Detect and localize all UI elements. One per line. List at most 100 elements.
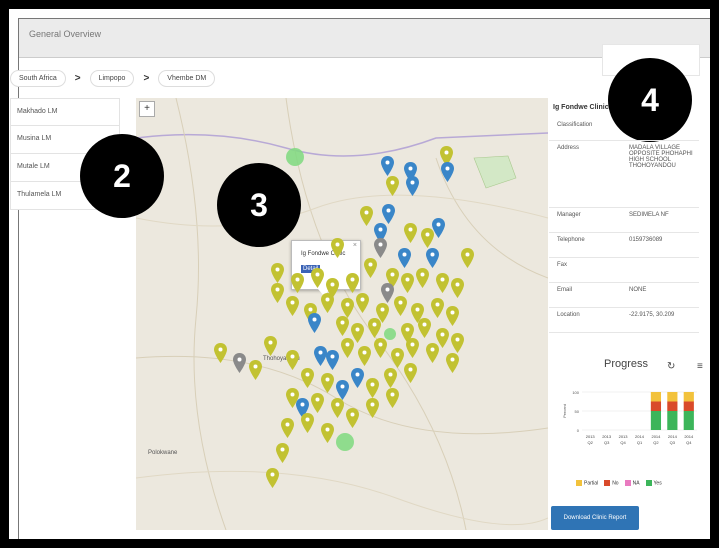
map-pin-icon[interactable]	[426, 248, 439, 268]
map-pin-icon[interactable]	[291, 273, 304, 293]
map-pin-icon[interactable]	[398, 248, 411, 268]
map-pin-icon[interactable]	[351, 368, 364, 388]
map-pin-icon[interactable]	[441, 162, 454, 182]
map-pin-icon[interactable]	[404, 363, 417, 383]
map-pin-icon[interactable]	[368, 318, 381, 338]
chart-bar-partial	[683, 392, 694, 402]
map-pin-icon[interactable]	[286, 350, 299, 370]
clinic-name: Ig Fondwe Clinic	[553, 104, 609, 111]
map-pin-icon[interactable]	[341, 298, 354, 318]
map-pin-icon[interactable]	[311, 393, 324, 413]
map-pin-icon[interactable]	[431, 298, 444, 318]
breadcrumb-country[interactable]: South Africa	[10, 70, 66, 87]
info-key: Location	[557, 312, 580, 318]
map-pin-icon[interactable]	[336, 316, 349, 336]
info-row-address: Address MADALA VILLAGE OPPOSITE PHOHAPHI…	[549, 141, 699, 208]
map-pin-icon[interactable]	[321, 293, 334, 313]
map-pin-icon[interactable]	[436, 273, 449, 293]
chart-x-tick-label-year: 2014	[684, 434, 694, 439]
popup-close-icon[interactable]: ×	[353, 242, 357, 249]
map-pin-icon[interactable]	[271, 283, 284, 303]
refresh-icon[interactable]: ↻	[667, 361, 675, 372]
map-pin-icon[interactable]	[356, 293, 369, 313]
map-pin-icon[interactable]	[416, 268, 429, 288]
map-pin-icon[interactable]	[418, 318, 431, 338]
map-pin-icon[interactable]	[404, 223, 417, 243]
chart-y-tick-label: 100	[572, 390, 579, 395]
map-pin-icon[interactable]	[421, 228, 434, 248]
map-pin-icon[interactable]	[346, 273, 359, 293]
map-pin-icon[interactable]	[336, 380, 349, 400]
map-pin-icon[interactable]	[286, 296, 299, 316]
callout-marker-3: 3	[217, 163, 301, 247]
map-pin-icon[interactable]	[321, 373, 334, 393]
map-pin-icon[interactable]	[381, 283, 394, 303]
map-pin-icon[interactable]	[331, 238, 344, 258]
breadcrumb-district[interactable]: Vhembe DM	[158, 70, 216, 87]
map-pin-icon[interactable]	[249, 360, 262, 380]
map-pin-icon[interactable]	[311, 268, 324, 288]
chart-bar-no	[667, 401, 678, 411]
breadcrumb-province[interactable]: Limpopo	[89, 70, 135, 87]
map-pin-icon[interactable]	[346, 408, 359, 428]
map-pin-icon[interactable]	[386, 388, 399, 408]
map-pin-icon[interactable]	[271, 263, 284, 283]
legend-item-partial[interactable]: Partial	[576, 480, 598, 486]
info-key: Telephone	[557, 237, 585, 243]
map-pin-icon[interactable]	[301, 413, 314, 433]
map-pin-icon[interactable]	[451, 278, 464, 298]
map-pin-icon[interactable]	[446, 353, 459, 373]
info-value: SEDIMELA NF	[629, 212, 669, 218]
map-cluster-marker[interactable]	[286, 148, 304, 166]
menu-icon[interactable]: ≡	[697, 361, 703, 372]
map-pin-icon[interactable]	[406, 176, 419, 196]
map-pin-icon[interactable]	[426, 343, 439, 363]
info-key: Fax	[557, 262, 568, 268]
legend-item-na[interactable]: NA	[624, 480, 640, 486]
map-pin-icon[interactable]	[358, 346, 371, 366]
map-pin-icon[interactable]	[364, 258, 377, 278]
info-row-fax: Fax	[549, 258, 699, 283]
map-pin-icon[interactable]	[331, 398, 344, 418]
map-pin-icon[interactable]	[391, 348, 404, 368]
map-pin-icon[interactable]	[276, 443, 289, 463]
map-pin-icon[interactable]	[406, 338, 419, 358]
progress-chart: 100500Percent2013Q22013Q32013Q42014Q1201…	[562, 390, 697, 445]
map-pin-icon[interactable]	[451, 333, 464, 353]
chart-bar-partial	[667, 392, 678, 402]
download-report-button[interactable]: Download Clinic Report	[551, 506, 639, 530]
map-pin-icon[interactable]	[366, 378, 379, 398]
map-pin-icon[interactable]	[266, 468, 279, 488]
map-pin-icon[interactable]	[374, 238, 387, 258]
map-pin-icon[interactable]	[366, 398, 379, 418]
map-pin-icon[interactable]	[308, 313, 321, 333]
map-pin-icon[interactable]	[381, 156, 394, 176]
map-pin-icon[interactable]	[326, 350, 339, 370]
map-pin-icon[interactable]	[446, 306, 459, 326]
map-pin-icon[interactable]	[401, 273, 414, 293]
map-pin-icon[interactable]	[384, 368, 397, 388]
map-pin-icon[interactable]	[394, 296, 407, 316]
zoom-in-button[interactable]: +	[139, 101, 155, 117]
map-pin-icon[interactable]	[374, 338, 387, 358]
sidebar-item-makhado[interactable]: Makhado LM	[10, 98, 120, 126]
map-pin-icon[interactable]	[341, 338, 354, 358]
map-pin-icon[interactable]	[264, 336, 277, 356]
map-pin-icon[interactable]	[281, 418, 294, 438]
legend-item-yes[interactable]: Yes	[645, 480, 662, 486]
map-pin-icon[interactable]	[382, 204, 395, 224]
map-pin-icon[interactable]	[461, 248, 474, 268]
legend-label: No	[612, 480, 619, 487]
map-pin-icon[interactable]	[321, 423, 334, 443]
info-row-classification: Classification	[549, 118, 699, 141]
map-pin-icon[interactable]	[301, 368, 314, 388]
map-cluster-marker[interactable]	[336, 433, 354, 451]
clinic-map[interactable]: + × Ig Fondwe Clinic Detail Thohoyandou …	[136, 98, 548, 530]
legend-item-no[interactable]: No	[604, 480, 619, 487]
map-pin-icon[interactable]	[233, 353, 246, 373]
map-pin-icon[interactable]	[386, 176, 399, 196]
chart-bar-no	[650, 401, 662, 411]
map-pin-icon[interactable]	[360, 206, 373, 226]
map-pin-icon[interactable]	[214, 343, 227, 363]
chart-bar-partial	[650, 392, 662, 402]
